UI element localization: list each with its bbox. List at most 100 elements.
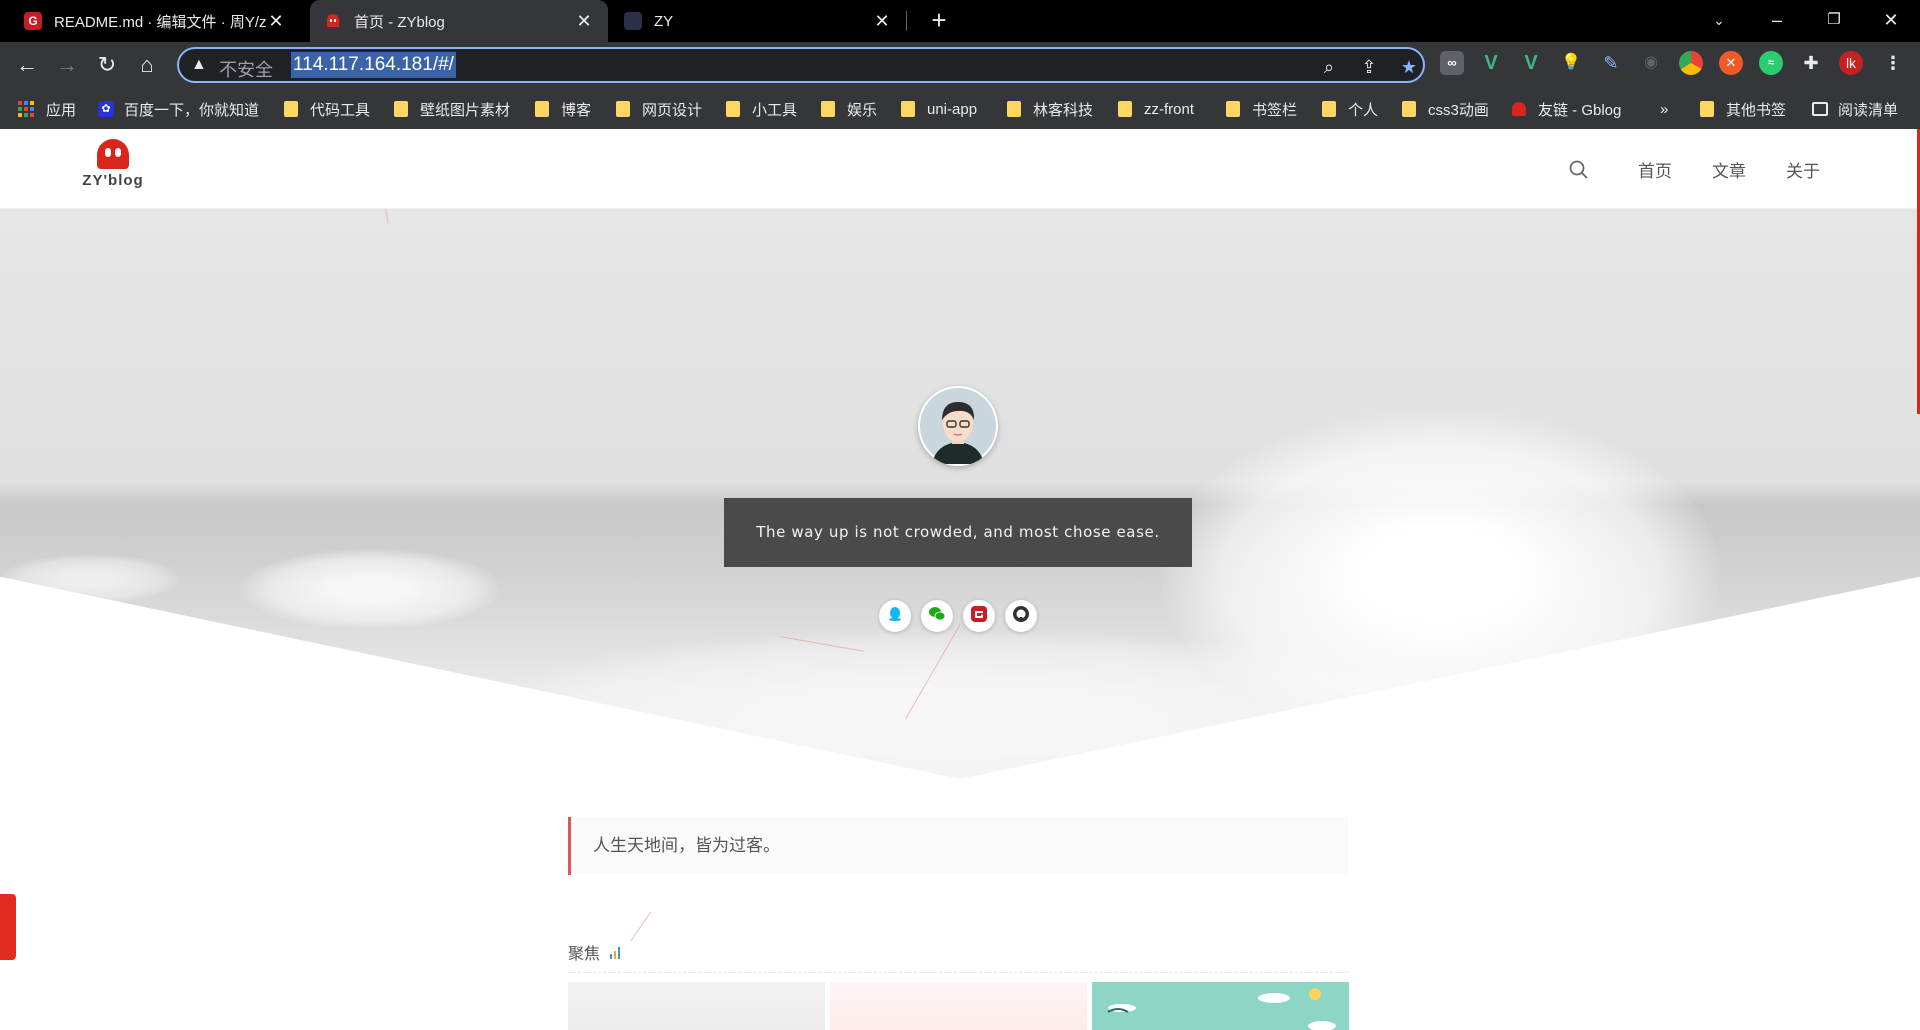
gitee-icon xyxy=(970,605,988,628)
bookmark-folder[interactable]: 代码工具 xyxy=(284,98,370,120)
baidu-paw-icon: ✿ xyxy=(98,101,114,117)
card-illustration xyxy=(1107,988,1336,1030)
bookmark-apps[interactable]: 应用 xyxy=(18,98,76,120)
browser-toolbar: ← → ↻ ⌂ ▲ 不安全 114.117.164.181/#/ ⌕ ⇪ ★ ∞… xyxy=(0,42,1920,88)
extension-ghostery-icon[interactable]: ∞ xyxy=(1440,51,1464,75)
bookmark-gblog[interactable]: 友链 - Gblog xyxy=(1512,98,1621,120)
tab-search-icon[interactable]: ⌄ xyxy=(1690,0,1748,42)
extension-vue-devtools-icon[interactable]: V xyxy=(1519,51,1543,75)
folder-icon xyxy=(1226,101,1240,117)
tab-zy[interactable]: ZY ✕ xyxy=(610,0,906,42)
bookmark-folder[interactable]: 其他书签 xyxy=(1700,98,1786,120)
close-tab-icon[interactable]: ✕ xyxy=(872,11,892,32)
tab-zyblog[interactable]: 首页 - ZYblog ✕ xyxy=(310,0,608,42)
warning-icon[interactable]: ▲ xyxy=(191,56,207,74)
restore-icon[interactable]: ❐ xyxy=(1805,0,1863,42)
bookmark-folder[interactable]: zz-front xyxy=(1118,98,1194,120)
address-bar[interactable]: ▲ 不安全 114.117.164.181/#/ ⌕ ⇪ ★ xyxy=(177,47,1425,83)
site-logo[interactable]: ZY'blog xyxy=(80,139,146,189)
tab-title: 首页 - ZYblog xyxy=(354,13,445,31)
menu-kebab-icon[interactable]: ⋮ xyxy=(1881,51,1905,75)
zoom-icon[interactable]: ⌕ xyxy=(1317,55,1341,79)
bookmark-folder[interactable]: 小工具 xyxy=(726,98,797,120)
bookmark-label: 小工具 xyxy=(752,101,798,119)
close-tab-icon[interactable]: ✕ xyxy=(574,11,594,32)
bookmark-star-icon[interactable]: ★ xyxy=(1397,55,1421,79)
bookmarks-bar: 应用 ✿ 百度一下，你就知道 代码工具 壁纸图片素材 博客 网页设计 小工具 娱… xyxy=(0,88,1920,129)
quote-block: 人生天地间，皆为过客。 xyxy=(568,817,1348,875)
folder-icon xyxy=(394,101,408,117)
bookmark-folder[interactable]: 博客 xyxy=(535,98,591,120)
folder-icon xyxy=(1118,101,1132,117)
gitee-button[interactable] xyxy=(963,600,995,632)
bookmark-label: 应用 xyxy=(46,101,77,119)
extension-vue-icon[interactable]: V xyxy=(1479,51,1503,75)
wechat-button[interactable] xyxy=(921,600,953,632)
side-float-tab[interactable] xyxy=(0,894,16,960)
bookmark-label: 网页设计 xyxy=(642,101,703,119)
logo-text: ZY'blog xyxy=(82,172,144,189)
bookmark-folder[interactable]: 网页设计 xyxy=(616,98,702,120)
github-button[interactable] xyxy=(1005,600,1037,632)
bookmark-reading-list[interactable]: 阅读清单 xyxy=(1812,98,1898,120)
extension-orange-icon[interactable]: ✕ xyxy=(1719,51,1743,75)
bookmark-label: 友链 - Gblog xyxy=(1538,101,1622,119)
close-tab-icon[interactable]: ✕ xyxy=(266,11,286,32)
url-text[interactable]: 114.117.164.181/#/ xyxy=(291,52,456,78)
bookmark-folder[interactable]: 书签栏 xyxy=(1226,98,1297,120)
reading-list-icon xyxy=(1812,102,1828,116)
minimize-icon[interactable]: – xyxy=(1748,0,1806,42)
section-title-text: 聚焦 xyxy=(568,946,601,963)
wechat-icon xyxy=(928,606,946,627)
close-window-icon[interactable]: ✕ xyxy=(1862,0,1920,42)
extension-picker-icon[interactable]: ✎ xyxy=(1599,51,1623,75)
bookmark-baidu[interactable]: ✿ 百度一下，你就知道 xyxy=(98,98,259,120)
tab-bar: G README.md · 编辑文件 · 周Y/zy ✕ 首页 - ZYblog… xyxy=(0,0,1920,42)
search-icon[interactable] xyxy=(1568,159,1592,183)
folder-icon xyxy=(726,101,740,117)
nav-articles[interactable]: 文章 xyxy=(1712,157,1746,182)
forward-icon[interactable]: → xyxy=(52,50,82,80)
bookmark-label: 其他书签 xyxy=(1726,101,1787,119)
new-tab-icon[interactable]: + xyxy=(924,6,954,36)
extension-bulb-icon[interactable]: 💡 xyxy=(1559,51,1583,75)
bookmark-label: 博客 xyxy=(561,101,592,119)
nav-about[interactable]: 关于 xyxy=(1786,157,1820,182)
home-icon[interactable]: ⌂ xyxy=(132,50,162,80)
back-icon[interactable]: ← xyxy=(12,50,42,80)
avatar[interactable] xyxy=(918,386,998,466)
bookmarks-overflow-button[interactable]: » xyxy=(1660,98,1668,120)
folder-icon xyxy=(535,101,549,117)
bookmark-folder[interactable]: 娱乐 xyxy=(821,98,877,120)
share-icon[interactable]: ⇪ xyxy=(1357,55,1381,79)
bookmark-folder[interactable]: 壁纸图片素材 xyxy=(394,98,510,120)
extension-green-icon[interactable]: ≈ xyxy=(1759,51,1783,75)
folder-icon xyxy=(1402,101,1416,117)
bar-chart-icon xyxy=(610,945,621,959)
extension-eye-icon[interactable]: ◉ xyxy=(1639,51,1663,75)
focus-card[interactable] xyxy=(568,982,825,1030)
focus-section-title: 聚焦 xyxy=(568,940,621,964)
extension-chrome-icon[interactable] xyxy=(1679,51,1703,75)
bookmark-folder[interactable]: 林客科技 xyxy=(1007,98,1093,120)
nav-home[interactable]: 首页 xyxy=(1638,157,1672,182)
apps-grid-icon xyxy=(18,101,34,117)
bookmark-folder[interactable]: css3动画 xyxy=(1402,98,1489,120)
focus-card[interactable] xyxy=(1092,982,1349,1030)
profile-avatar[interactable]: lk xyxy=(1839,51,1863,75)
reload-icon[interactable]: ↻ xyxy=(92,50,122,80)
tab-title: ZY xyxy=(654,12,674,30)
bookmark-label: css3动画 xyxy=(1428,101,1489,119)
bookmark-label: 林客科技 xyxy=(1033,101,1094,119)
bookmark-folder[interactable]: uni-app xyxy=(901,98,977,120)
bookmark-folder[interactable]: 个人 xyxy=(1322,98,1378,120)
extensions-puzzle-icon[interactable]: ✚ xyxy=(1799,51,1823,75)
qq-button[interactable] xyxy=(879,600,911,632)
gitee-favicon-icon: G xyxy=(24,12,42,30)
bookmark-label: 阅读清单 xyxy=(1838,101,1899,119)
folder-icon xyxy=(616,101,630,117)
tab-readme[interactable]: G README.md · 编辑文件 · 周Y/zy ✕ xyxy=(10,0,300,42)
bookmark-label: 代码工具 xyxy=(310,101,371,119)
focus-card[interactable] xyxy=(830,982,1087,1030)
qq-icon xyxy=(887,606,903,627)
